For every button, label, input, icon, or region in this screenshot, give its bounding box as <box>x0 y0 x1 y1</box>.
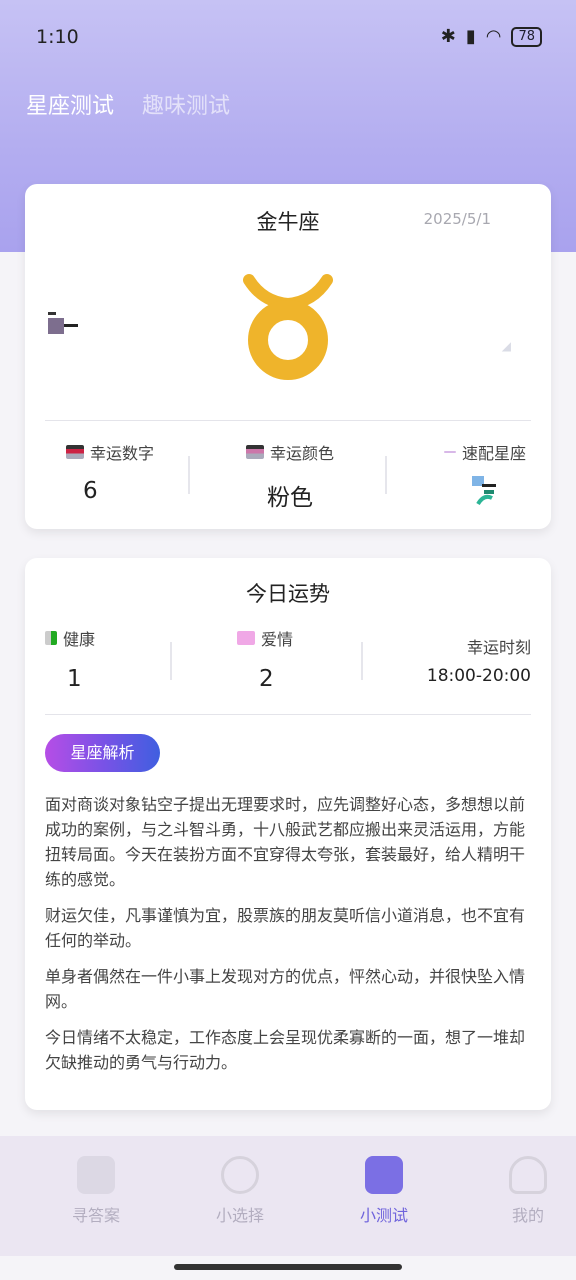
analysis-text: 面对商谈对象钻空子提出无理要求时，应先调整好心态，多想想以前成功的案例，与之斗智… <box>45 792 531 1086</box>
nav-item-mine[interactable]: 我的 <box>478 1156 576 1226</box>
tab-fun-test[interactable]: 趣味测试 <box>142 88 230 120</box>
lucky-number: 幸运数字 6 <box>45 440 175 504</box>
nav-label: 小选择 <box>215 1206 264 1225</box>
nav-label: 小测试 <box>359 1206 408 1225</box>
home-indicator[interactable] <box>174 1264 402 1270</box>
lucky-time-label: 幸运时刻 <box>466 638 531 657</box>
tab-constellation-test[interactable]: 星座测试 <box>26 88 114 120</box>
love-label: 爱情 <box>261 630 294 649</box>
analysis-paragraph: 财运欠佳，凡事谨慎为宜，股票族的朋友莫听信小道消息，也不宜有任何的举动。 <box>45 906 526 950</box>
small-choice-icon <box>221 1156 259 1194</box>
constellation-analysis-button[interactable]: 星座解析 <box>45 734 160 772</box>
signal-icon: ▮ <box>465 26 476 47</box>
match-sign-icon <box>443 451 456 453</box>
health-icon <box>45 631 57 645</box>
status-bar: 1:10 ✱ ▮ ◠ 78 <box>0 0 576 75</box>
nav-item-small-test[interactable]: 小测试 <box>334 1156 434 1226</box>
lucky-time-value: 18:00-20:00 <box>426 666 531 686</box>
lucky-color-label: 幸运颜色 <box>269 444 334 463</box>
analysis-paragraph: 面对商谈对象钻空子提出无理要求时，应先调整好心态，多想想以前成功的案例，与之斗智… <box>45 795 526 889</box>
love-stat: 爱情 2 <box>237 626 357 692</box>
love-value: 2 <box>259 666 274 692</box>
health-label: 健康 <box>63 630 96 649</box>
lucky-number-icon <box>65 445 84 459</box>
match-sign-label: 速配星座 <box>461 444 526 463</box>
match-sign-symbol-icon[interactable] <box>470 474 500 508</box>
nav-label: 我的 <box>511 1206 544 1225</box>
lucky-color-value: 粉色 <box>267 485 313 511</box>
analysis-paragraph: 单身者偶然在一件小事上发现对方的优点，怦然心动，并很快坠入情网。 <box>45 967 526 1011</box>
match-sign: 速配星座 <box>430 440 540 514</box>
status-icons: ✱ ▮ ◠ 78 <box>441 26 542 47</box>
divider <box>45 420 531 421</box>
health-value: 1 <box>67 666 82 692</box>
nav-label: 寻答案 <box>71 1206 120 1225</box>
top-tabs: 星座测试 趣味测试 <box>26 88 230 120</box>
health-stat: 健康 1 <box>45 626 165 692</box>
find-answer-icon <box>77 1156 115 1194</box>
sign-date: 2025/5/1 <box>423 210 491 228</box>
profile-icon <box>509 1156 547 1194</box>
fortune-card: 今日运势 健康 1 爱情 2 幸运时刻 18:00-20:00 星座解析 面对商… <box>25 558 551 1110</box>
divider <box>45 714 531 715</box>
nav-item-small-choice[interactable]: 小选择 <box>190 1156 290 1226</box>
lucky-number-label: 幸运数字 <box>89 444 154 463</box>
lucky-number-value: 6 <box>83 478 98 504</box>
divider <box>361 642 363 680</box>
wifi-icon: ◠ <box>485 26 502 47</box>
lucky-color-icon <box>245 445 264 459</box>
divider <box>188 456 190 494</box>
bluetooth-icon: ✱ <box>440 26 456 47</box>
fortune-title: 今日运势 <box>246 582 330 606</box>
analysis-paragraph: 今日情绪不太稳定，工作态度上会呈现优柔寡断的一面，想了一堆却欠缺推动的勇气与行动… <box>45 1028 526 1072</box>
small-test-icon <box>365 1156 403 1194</box>
battery-icon: 78 <box>511 26 542 47</box>
status-time: 1:10 <box>36 26 79 48</box>
decoration-icon: ◢ <box>501 339 511 353</box>
love-icon <box>237 631 255 645</box>
divider <box>385 456 387 494</box>
nav-item-find-answer[interactable]: 寻答案 <box>46 1156 146 1226</box>
taurus-emblem-icon <box>243 274 333 380</box>
decoration-icon <box>48 312 78 334</box>
lucky-color: 幸运颜色 粉色 <box>220 440 360 512</box>
sign-card: 金牛座 2025/5/1 ◢ 幸运数字 6 幸运颜色 粉色 速配星座 <box>25 184 551 529</box>
divider <box>170 642 172 680</box>
bottom-nav: 寻答案 小选择 小测试 我的 <box>0 1136 576 1256</box>
